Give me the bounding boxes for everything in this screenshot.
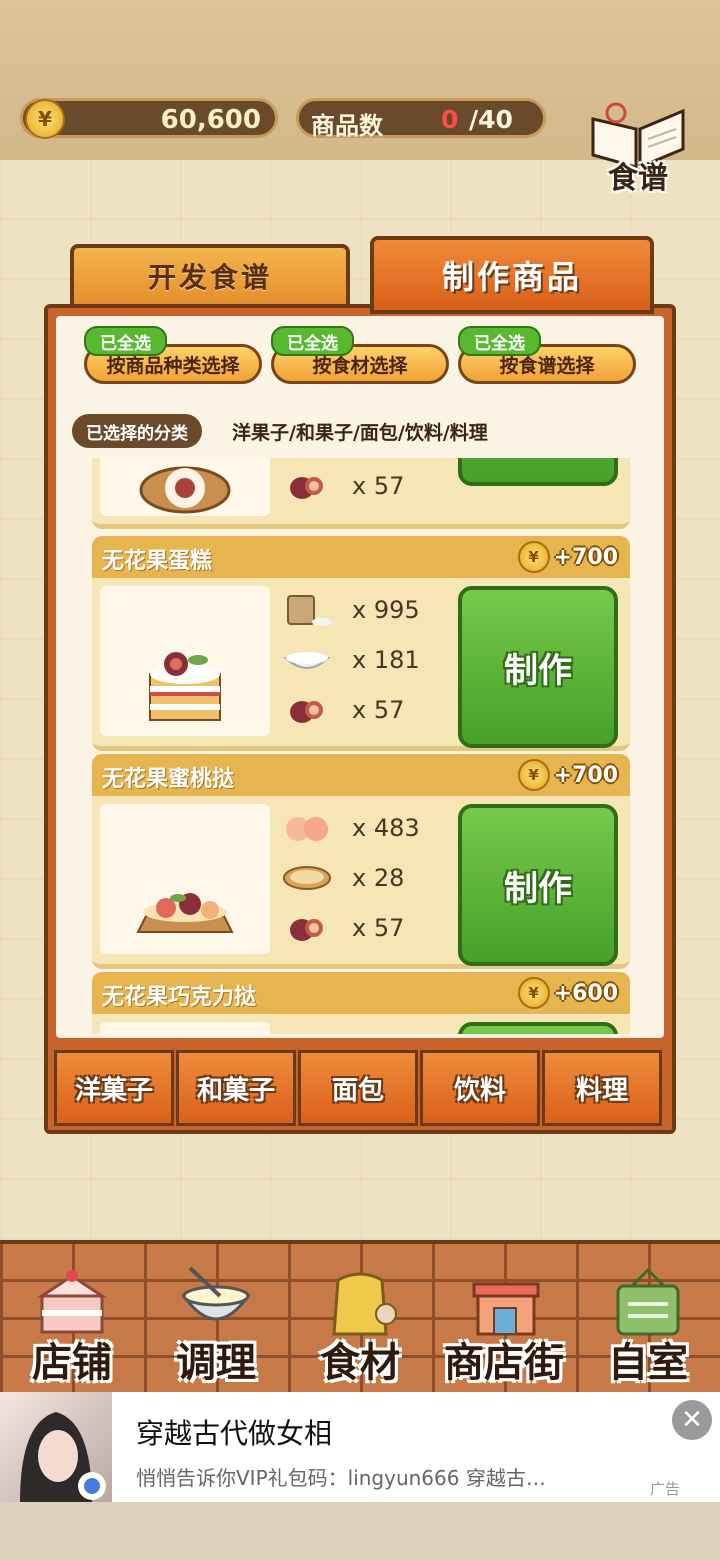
fig-roll-cake-image <box>100 458 270 516</box>
nav-shopping-street[interactable]: 商店街 <box>432 1244 576 1392</box>
make-button[interactable]: 制作 <box>458 586 618 748</box>
product-count-current: 0 <box>441 105 459 134</box>
peach-icon <box>286 817 328 841</box>
fig-peach-tart-icon <box>136 893 234 933</box>
nav-label: 调理 <box>176 1340 256 1386</box>
money-value: 60,600 <box>160 105 261 135</box>
ingredient-row: x 181 <box>282 640 442 680</box>
all-selected-badge: 已全选 <box>458 326 541 356</box>
all-selected-badge: 已全选 <box>271 326 354 356</box>
category-tab-dishes[interactable]: 料理 <box>542 1050 662 1126</box>
reward-amount: +700 <box>553 762 618 788</box>
ingredient-row: x 57 <box>282 466 442 506</box>
product-count-max: /40 <box>469 105 513 134</box>
coin-icon: ¥ <box>517 759 550 791</box>
reward: ¥ +600 <box>517 976 618 1010</box>
reward-amount: +700 <box>553 544 618 570</box>
make-button[interactable]: 制作 <box>458 458 618 486</box>
coin-icon: ¥ <box>25 99 65 139</box>
filter-by-recipe: 按食谱选择 已全选 <box>458 326 636 384</box>
product-card: 无花果蛋糕 ¥ +700 x 995 x 181 x 57 制作 <box>92 536 630 751</box>
product-count-display: 商品数 0 /40 <box>296 98 546 140</box>
selected-category-value: 洋果子/和果子/面包/饮料/料理 <box>232 422 488 444</box>
card-header: 无花果蛋糕 ¥ +700 <box>92 536 630 578</box>
category-tab-drinks[interactable]: 饮料 <box>420 1050 540 1126</box>
fig-roll-cake-icon <box>139 466 231 514</box>
nav-ingredients[interactable]: 食材 <box>288 1244 432 1392</box>
reward: ¥ +700 <box>517 540 618 574</box>
product-name: 无花果巧克力挞 <box>102 985 257 1010</box>
sugar-bowl-icon <box>283 652 331 669</box>
filter-by-product-type: 按商品种类选择 已全选 <box>84 326 262 384</box>
card-header: 无花果巧克力挞 ¥ +600 <box>92 972 630 1014</box>
tab-develop-recipe[interactable]: 开发食谱 <box>70 244 350 308</box>
product-card: 无花果巧克力挞 ¥ +600 <box>92 972 630 1034</box>
ad-description: 悄悄告诉你VIP礼包码：lingyun666 穿越古… <box>136 1466 546 1490</box>
make-button[interactable] <box>458 1022 618 1034</box>
card-header: 无花果蜜桃挞 ¥ +700 <box>92 754 630 796</box>
product-name: 无花果蜜桃挞 <box>102 767 235 792</box>
ingredient-row: x 57 <box>282 908 442 948</box>
ingredient-row: x 57 <box>282 690 442 730</box>
flour-bag-icon <box>287 595 332 626</box>
ad-thumbnail <box>0 1392 112 1502</box>
fig-cake-icon <box>149 652 221 721</box>
ad-banner[interactable]: 穿越古代做女相 悄悄告诉你VIP礼包码：lingyun666 穿越古… <box>0 1392 720 1502</box>
category-tab-western-sweets[interactable]: 洋菓子 <box>54 1050 174 1126</box>
nav-label: 店铺 <box>32 1340 112 1386</box>
fig-icon <box>290 701 323 723</box>
close-icon[interactable]: ✕ <box>672 1400 712 1440</box>
product-name: 无花果蛋糕 <box>102 549 213 574</box>
reward-amount: +600 <box>553 980 618 1006</box>
money-display: ¥ 60,600 <box>20 98 278 139</box>
product-card: 无花果蜜桃挞 ¥ +700 x 483 x 28 x 57 制作 <box>92 754 630 969</box>
category-tab-bread[interactable]: 面包 <box>298 1050 418 1126</box>
ingredient-row: x 28 <box>282 858 442 898</box>
fig-cake-image <box>100 586 270 736</box>
category-tab-japanese-sweets[interactable]: 和菓子 <box>176 1050 296 1126</box>
fig-icon <box>290 919 323 941</box>
filter-by-ingredient: 按食材选择 已全选 <box>271 326 449 384</box>
nav-my-room[interactable]: 自室 <box>576 1244 720 1392</box>
ingredient-row: x 995 <box>282 590 442 630</box>
product-image <box>100 1022 270 1034</box>
product-list[interactable]: x 57 制作 无花果蛋糕 ¥ +700 <box>56 458 664 1034</box>
ad-character-image <box>20 1412 106 1502</box>
nav-cooking[interactable]: 调理 <box>144 1244 288 1392</box>
tart-shell-icon <box>283 866 331 890</box>
nav-label: 自室 <box>608 1340 688 1386</box>
ad-title: 穿越古代做女相 <box>136 1417 333 1450</box>
ingredient-row: x 483 <box>282 808 442 848</box>
fig-peach-tart-image <box>100 804 270 954</box>
footer-strip <box>0 1502 720 1560</box>
reward: ¥ +700 <box>517 758 618 792</box>
nav-label: 食材 <box>320 1340 400 1386</box>
nav-shop[interactable]: 店铺 <box>0 1244 144 1392</box>
nav-label: 商店街 <box>444 1340 564 1386</box>
coin-icon: ¥ <box>517 541 550 573</box>
all-selected-badge: 已全选 <box>84 326 167 356</box>
make-button[interactable]: 制作 <box>458 804 618 966</box>
product-count-label: 商品数 <box>311 112 383 140</box>
selected-category-label: 已选择的分类 <box>72 414 202 448</box>
coin-icon: ¥ <box>517 977 550 1009</box>
tab-make-product[interactable]: 制作商品 <box>370 236 654 314</box>
recipe-label: 食谱 <box>608 161 668 196</box>
ad-mark: 广告 <box>650 1480 681 1498</box>
recipe-book-button[interactable]: 食谱 <box>578 95 698 205</box>
product-card: x 57 制作 <box>92 458 630 529</box>
fig-icon <box>290 477 323 499</box>
